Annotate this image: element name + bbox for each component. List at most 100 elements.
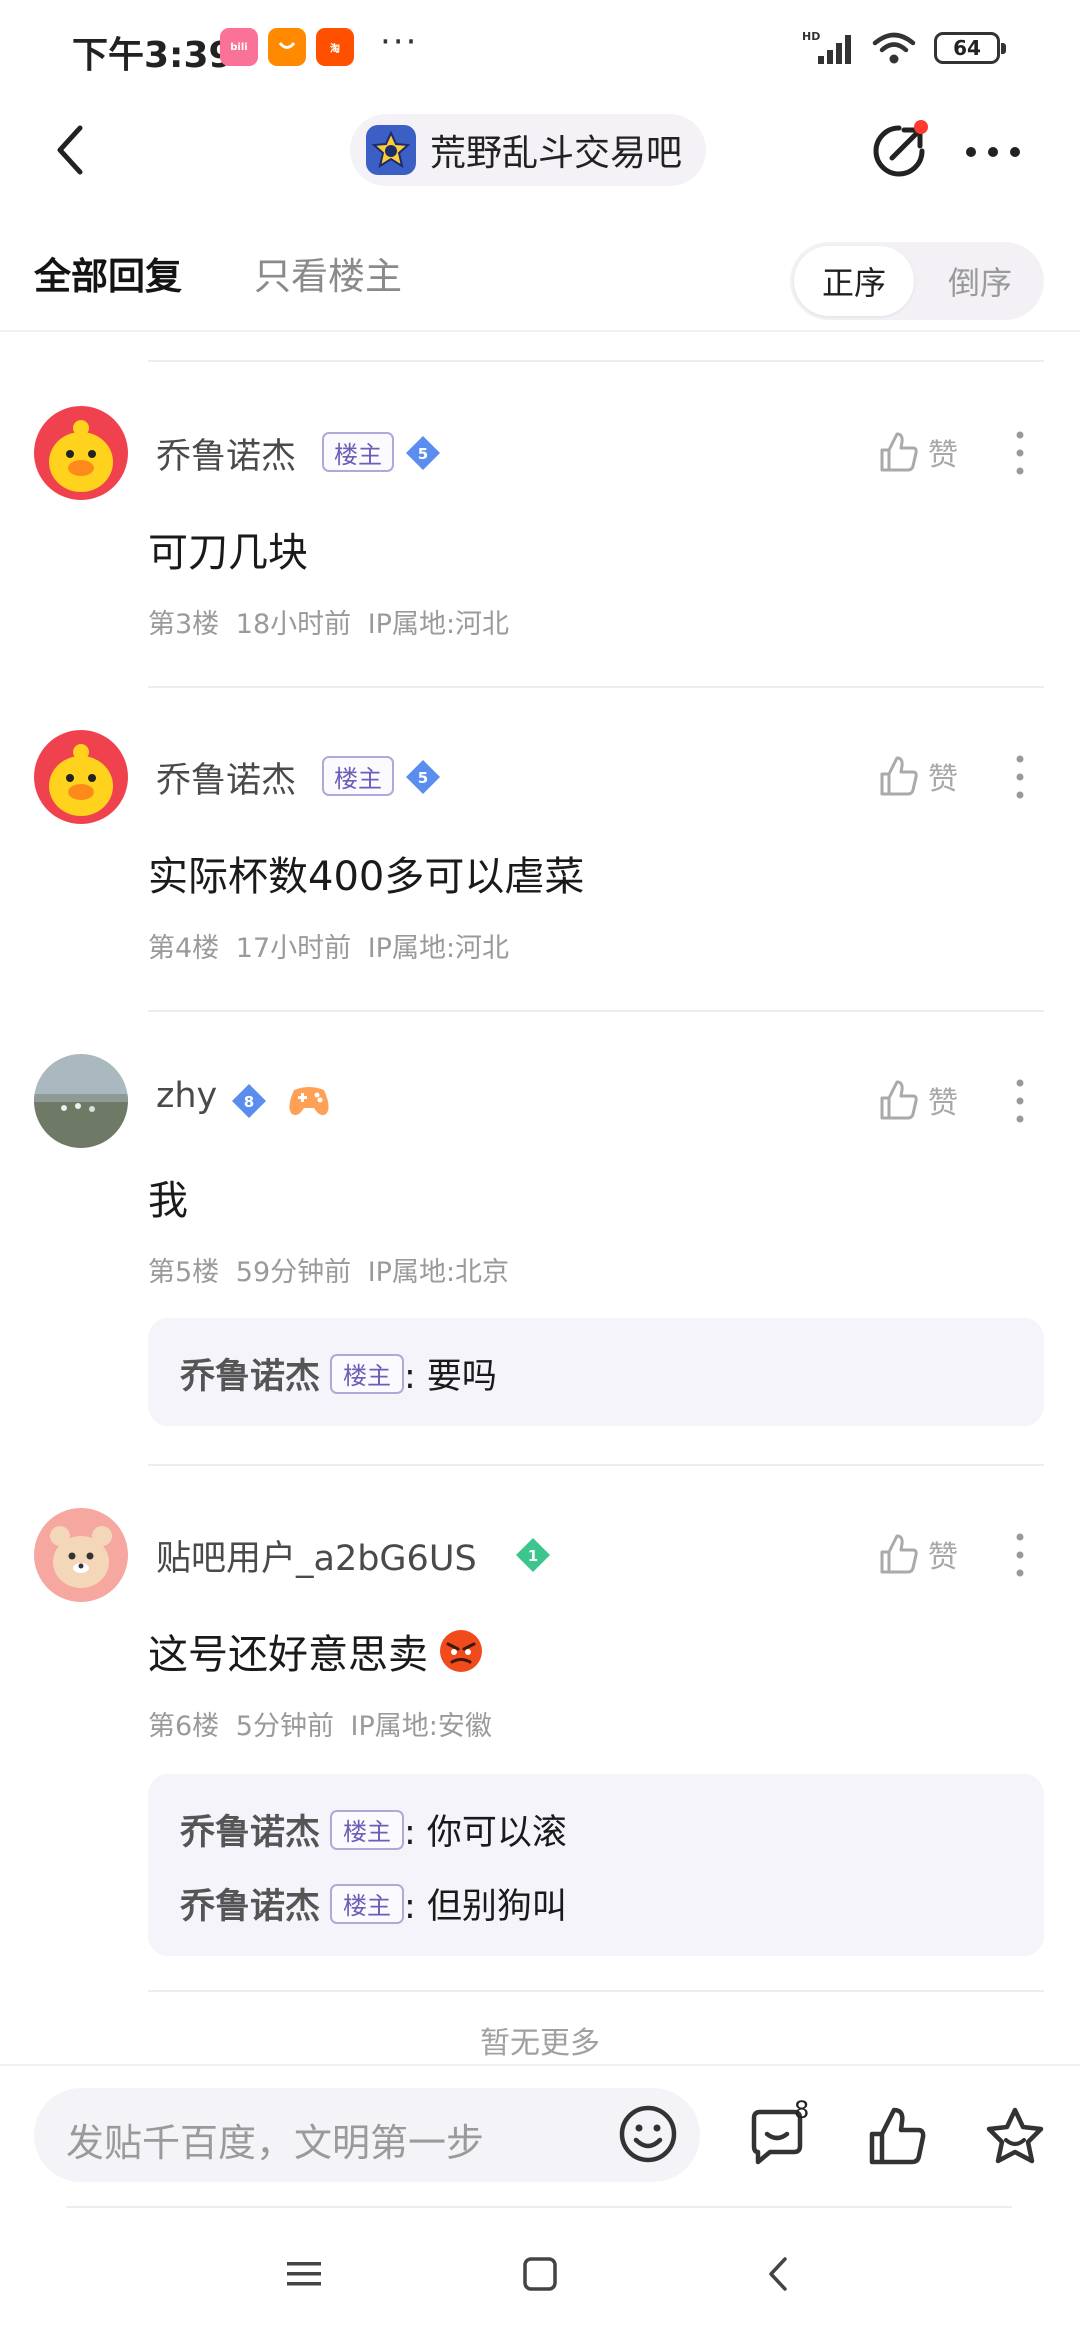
bottom-divider (66, 2206, 1012, 2208)
like-button[interactable]: 赞 (876, 750, 958, 802)
bear-avatar-icon (34, 1508, 128, 1602)
post-meta: 第5楼 59分钟前 IP属地:北京 (148, 1257, 510, 1288)
taobao-icon: 淘 (316, 28, 354, 66)
share-button[interactable] (866, 118, 932, 184)
like-label: 赞 (928, 1086, 958, 1121)
avatar[interactable] (34, 406, 128, 500)
sub-reply: 乔鲁诺杰 楼主 : 但别狗叫 (180, 1878, 567, 1929)
cellular-signal-icon: HD (802, 30, 851, 64)
thumbs-up-icon (880, 1080, 918, 1120)
chevron-left-icon (769, 2257, 787, 2291)
sub-reply-box[interactable]: 乔鲁诺杰 楼主 : 要吗 (148, 1318, 1044, 1426)
back-icon (57, 125, 83, 175)
username[interactable]: 乔鲁诺杰 (156, 428, 296, 479)
post-more-icon[interactable] (1010, 1530, 1030, 1580)
thumbs-up-icon (880, 756, 918, 796)
avatar[interactable] (34, 1054, 128, 1148)
sub-reply-author[interactable]: 乔鲁诺杰 (180, 1878, 320, 1929)
forum-name-pill[interactable]: 荒野乱斗交易吧 (350, 114, 707, 186)
post-divider (148, 1990, 1044, 1992)
sub-reply-box[interactable]: 乔鲁诺杰 楼主 : 你可以滚 乔鲁诺杰 楼主 : 但别狗叫 (148, 1774, 1044, 1956)
tab-owner-only[interactable]: 只看楼主 (254, 246, 402, 300)
post-floor-5: zhy 8 赞 我 第5楼 59分钟前 IP属地:北京 乔鲁诺杰 楼主 : 要吗 (0, 1054, 1080, 1454)
post-content: 这号还好意思卖 (148, 1632, 428, 1678)
like-button[interactable]: 赞 (876, 1074, 958, 1126)
beach-photo-avatar-icon (34, 1054, 128, 1148)
sort-ascending-button[interactable]: 正序 (794, 246, 914, 316)
sub-reply: 乔鲁诺杰 楼主 : 你可以滚 (180, 1804, 567, 1855)
post-divider (148, 360, 1044, 362)
thumbs-up-icon (880, 432, 918, 472)
sub-reply-author[interactable]: 乔鲁诺杰 (180, 1348, 320, 1399)
username[interactable]: 乔鲁诺杰 (156, 752, 296, 803)
emoji-icon[interactable] (616, 2102, 680, 2166)
duck-avatar-icon (34, 406, 128, 500)
home-square-icon (523, 2257, 557, 2291)
menu-icon (287, 2262, 321, 2286)
wifi-icon (872, 32, 916, 64)
post-meta: 第3楼 18小时前 IP属地:河北 (148, 609, 510, 640)
level-gem-icon: 5 (406, 436, 440, 470)
post-content: 我 (148, 1178, 188, 1224)
post-content: 可刀几块 (148, 530, 308, 576)
system-navigation-bar (0, 2210, 1080, 2340)
more-icon (966, 147, 1020, 157)
duck-avatar-icon (34, 730, 128, 824)
more-options-button[interactable] (960, 122, 1026, 182)
like-label: 赞 (928, 438, 958, 473)
owner-badge: 楼主 (322, 432, 394, 472)
owner-badge: 楼主 (330, 1353, 405, 1394)
battery-icon: 64 (934, 32, 1006, 64)
avatar[interactable] (34, 730, 128, 824)
thumbs-up-icon[interactable] (864, 2104, 930, 2170)
like-button[interactable]: 赞 (876, 1528, 958, 1580)
post-divider (148, 1010, 1044, 1012)
bilibili-icon: bili (220, 28, 258, 66)
back-button[interactable] (38, 118, 102, 182)
post-meta: 第4楼 17小时前 IP属地:河北 (148, 933, 510, 964)
owner-badge: 楼主 (330, 1883, 405, 1924)
svg-text:HD: HD (802, 30, 820, 43)
post-content-row: 这号还好意思卖 (148, 1622, 484, 1680)
reply-count: 8 (794, 2096, 810, 2124)
post-floor-3: 乔鲁诺杰 楼主 5 赞 可刀几块 第3楼 18小时前 IP属地:河北 (0, 406, 1080, 686)
thumbs-up-icon (880, 1534, 918, 1574)
bottom-action-bar: 发贴千百度，文明第一步 8 (0, 2064, 1080, 2210)
sort-toggle: 正序 倒序 (790, 242, 1044, 320)
recent-apps-button[interactable] (274, 2244, 334, 2304)
star-icon[interactable] (982, 2104, 1048, 2170)
battery-level: 64 (953, 36, 981, 60)
sort-descending-button[interactable]: 倒序 (920, 246, 1040, 316)
level-number: 1 (528, 1547, 538, 1565)
username[interactable]: zhy (156, 1076, 217, 1116)
level-number: 5 (418, 769, 428, 787)
no-more-label: 暂无更多 (480, 2026, 600, 2061)
sub-reply: 乔鲁诺杰 楼主 : 要吗 (180, 1348, 497, 1399)
angry-face-emoji-icon (440, 1630, 482, 1672)
level-number: 8 (244, 1093, 254, 1111)
owner-badge: 楼主 (330, 1809, 405, 1850)
post-meta: 第6楼 5分钟前 IP属地:安徽 (148, 1711, 492, 1742)
avatar[interactable] (34, 1508, 128, 1602)
sub-reply-text: : 你可以滚 (404, 1813, 567, 1853)
system-back-button[interactable] (748, 2244, 808, 2304)
like-button[interactable]: 赞 (876, 426, 958, 478)
home-button[interactable] (510, 2244, 570, 2304)
post-divider (148, 1464, 1044, 1466)
level-gem-icon: 1 (516, 1538, 550, 1572)
like-label: 赞 (928, 1540, 958, 1575)
sub-reply-text: : 要吗 (404, 1357, 497, 1397)
status-bar: 下午3:39 bili 淘 ··· HD 64 (0, 0, 1080, 96)
sub-reply-author[interactable]: 乔鲁诺杰 (180, 1804, 320, 1855)
post-divider (148, 686, 1044, 688)
post-more-icon[interactable] (1010, 428, 1030, 478)
status-right-group: HD 64 (802, 28, 1006, 68)
post-more-icon[interactable] (1010, 1076, 1030, 1126)
comment-input[interactable]: 发贴千百度，文明第一步 (34, 2088, 700, 2182)
sub-reply-text: : 但别狗叫 (404, 1887, 567, 1927)
post-content: 实际杯数400多可以虐菜 (148, 854, 585, 900)
tab-all-replies[interactable]: 全部回复 (34, 246, 182, 300)
username[interactable]: 贴吧用户_a2bG6US (156, 1530, 477, 1581)
post-more-icon[interactable] (1010, 752, 1030, 802)
like-label: 赞 (928, 762, 958, 797)
